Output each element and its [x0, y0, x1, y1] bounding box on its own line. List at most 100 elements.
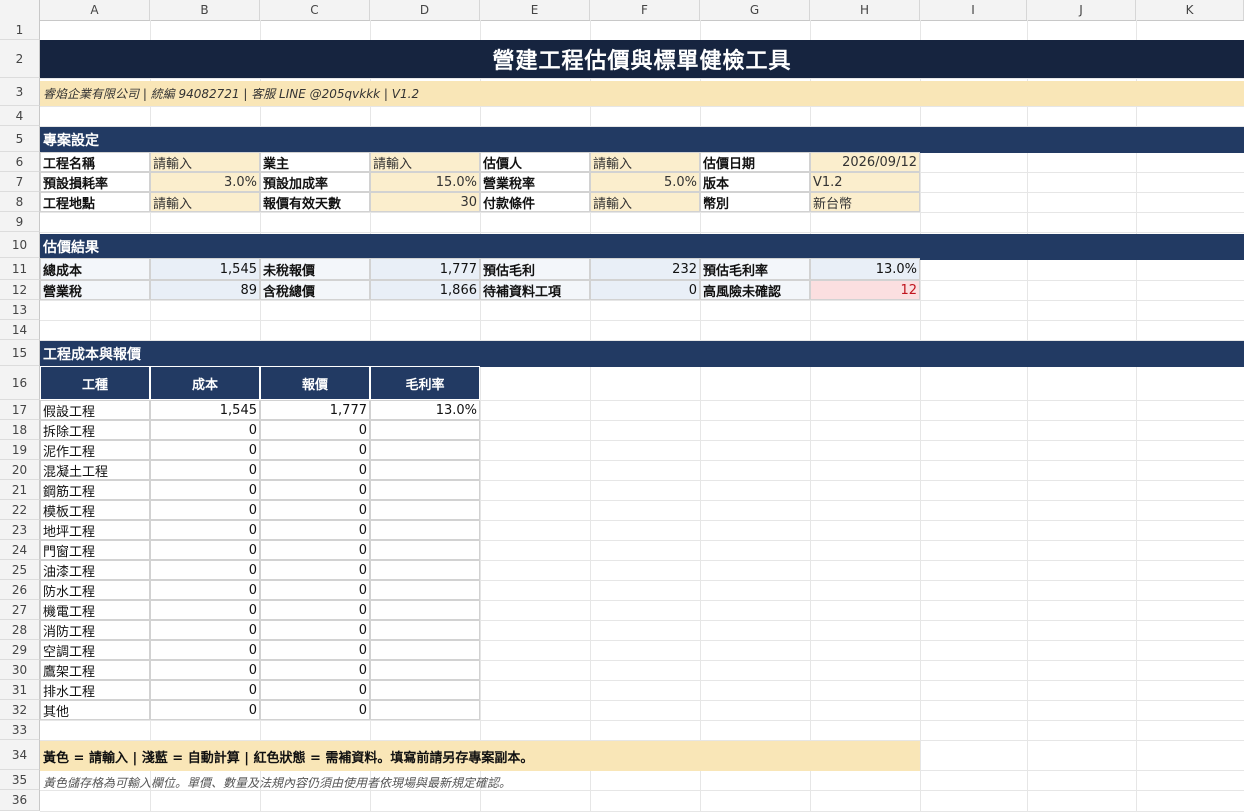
row-header-22[interactable]: 22: [0, 500, 40, 520]
row-header-26[interactable]: 26: [0, 580, 40, 600]
row-header-20[interactable]: 20: [0, 460, 40, 480]
row-header-13[interactable]: 13: [0, 300, 40, 320]
table-cell[interactable]: 0: [260, 560, 370, 580]
row-header-23[interactable]: 23: [0, 520, 40, 540]
select-all-corner[interactable]: [0, 0, 40, 20]
column-header-b[interactable]: B: [150, 0, 260, 20]
column-header-j[interactable]: J: [1027, 0, 1136, 20]
table-cell[interactable]: 1,777: [260, 400, 370, 420]
table-cell[interactable]: 0: [150, 440, 260, 460]
column-header-c[interactable]: C: [260, 0, 370, 20]
table-header-cell[interactable]: 報價: [260, 366, 370, 400]
row-header-4[interactable]: 4: [0, 106, 40, 126]
table-cell[interactable]: 0: [260, 500, 370, 520]
table-header-cell[interactable]: 工種: [40, 366, 150, 400]
row-header-12[interactable]: 12: [0, 280, 40, 300]
risk-status-value[interactable]: 12: [810, 280, 920, 300]
table-cell[interactable]: 0: [260, 660, 370, 680]
table-cell[interactable]: [370, 440, 480, 460]
table-cell[interactable]: 機電工程: [40, 600, 150, 620]
table-cell[interactable]: 排水工程: [40, 680, 150, 700]
table-cell[interactable]: 0: [150, 560, 260, 580]
row-header-14[interactable]: 14: [0, 320, 40, 340]
table-cell[interactable]: [370, 640, 480, 660]
row-header-35[interactable]: 35: [0, 770, 40, 790]
table-cell[interactable]: 消防工程: [40, 620, 150, 640]
table-cell[interactable]: 0: [150, 580, 260, 600]
table-header-cell[interactable]: 毛利率: [370, 366, 480, 400]
table-cell[interactable]: 0: [260, 480, 370, 500]
table-cell[interactable]: [370, 480, 480, 500]
row-header-25[interactable]: 25: [0, 560, 40, 580]
table-cell[interactable]: 其他: [40, 700, 150, 720]
table-cell[interactable]: 0: [260, 420, 370, 440]
row-header-28[interactable]: 28: [0, 620, 40, 640]
row-header-5[interactable]: 5: [0, 126, 40, 152]
table-cell[interactable]: 0: [260, 700, 370, 720]
column-header-a[interactable]: A: [40, 0, 150, 20]
table-cell[interactable]: 混凝土工程: [40, 460, 150, 480]
project-field-input[interactable]: 請輸入: [590, 192, 700, 212]
project-field-input[interactable]: V1.2: [810, 172, 920, 192]
row-header-24[interactable]: 24: [0, 540, 40, 560]
table-cell[interactable]: 假設工程: [40, 400, 150, 420]
row-header-15[interactable]: 15: [0, 340, 40, 366]
table-cell[interactable]: [370, 540, 480, 560]
column-header-g[interactable]: G: [700, 0, 810, 20]
row-header-11[interactable]: 11: [0, 258, 40, 280]
table-cell[interactable]: 模板工程: [40, 500, 150, 520]
table-cell[interactable]: 0: [150, 660, 260, 680]
result-value[interactable]: 1,545: [150, 258, 260, 280]
row-header-18[interactable]: 18: [0, 420, 40, 440]
table-cell[interactable]: 0: [260, 460, 370, 480]
table-cell[interactable]: 0: [150, 480, 260, 500]
table-cell[interactable]: 空調工程: [40, 640, 150, 660]
table-cell[interactable]: [370, 420, 480, 440]
row-header-7[interactable]: 7: [0, 172, 40, 192]
table-cell[interactable]: 拆除工程: [40, 420, 150, 440]
row-header-9[interactable]: 9: [0, 212, 40, 232]
column-header-h[interactable]: H: [810, 0, 920, 20]
row-header-21[interactable]: 21: [0, 480, 40, 500]
column-header-e[interactable]: E: [480, 0, 590, 20]
table-cell[interactable]: 0: [150, 460, 260, 480]
row-header-19[interactable]: 19: [0, 440, 40, 460]
row-header-17[interactable]: 17: [0, 400, 40, 420]
table-header-cell[interactable]: 成本: [150, 366, 260, 400]
column-header-k[interactable]: K: [1136, 0, 1244, 20]
table-cell[interactable]: [370, 580, 480, 600]
row-header-3[interactable]: 3: [0, 78, 40, 106]
row-header-27[interactable]: 27: [0, 600, 40, 620]
table-cell[interactable]: 0: [260, 540, 370, 560]
row-header-10[interactable]: 10: [0, 232, 40, 258]
result-value[interactable]: 13.0%: [810, 258, 920, 280]
row-header-8[interactable]: 8: [0, 192, 40, 212]
table-cell[interactable]: [370, 680, 480, 700]
project-field-input[interactable]: 請輸入: [370, 152, 480, 172]
table-cell[interactable]: 油漆工程: [40, 560, 150, 580]
project-field-input[interactable]: 請輸入: [590, 152, 700, 172]
row-header-2[interactable]: 2: [0, 40, 40, 78]
table-cell[interactable]: 0: [150, 420, 260, 440]
result-value[interactable]: 89: [150, 280, 260, 300]
project-field-input[interactable]: 請輸入: [150, 152, 260, 172]
table-cell[interactable]: 0: [260, 620, 370, 640]
project-field-input[interactable]: 新台幣: [810, 192, 920, 212]
row-header-33[interactable]: 33: [0, 720, 40, 740]
table-cell[interactable]: [370, 700, 480, 720]
project-field-input[interactable]: 2026/09/12: [810, 152, 920, 172]
table-cell[interactable]: 鋼筋工程: [40, 480, 150, 500]
table-cell[interactable]: 地坪工程: [40, 520, 150, 540]
result-value[interactable]: 1,866: [370, 280, 480, 300]
table-cell[interactable]: [370, 560, 480, 580]
table-cell[interactable]: 0: [260, 440, 370, 460]
column-header-i[interactable]: I: [920, 0, 1027, 20]
project-field-input[interactable]: 30: [370, 192, 480, 212]
row-header-29[interactable]: 29: [0, 640, 40, 660]
row-header-30[interactable]: 30: [0, 660, 40, 680]
table-cell[interactable]: 0: [260, 680, 370, 700]
table-cell[interactable]: 0: [150, 520, 260, 540]
table-cell[interactable]: 0: [150, 680, 260, 700]
column-header-d[interactable]: D: [370, 0, 480, 20]
row-header-34[interactable]: 34: [0, 740, 40, 770]
